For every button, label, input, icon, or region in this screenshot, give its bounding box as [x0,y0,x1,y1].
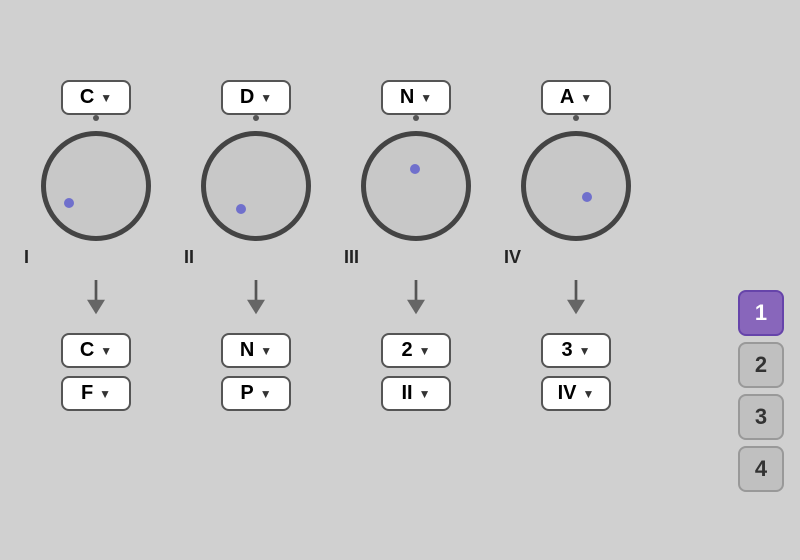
side-button-3[interactable]: 3 [738,394,784,440]
dest2-label-IV: IV [558,382,577,405]
modulator-column-III: N▼III 2▼II▼ [336,80,496,419]
modulator-area: C▼I C▼F▼D▼II N▼P▼N▼III 2▼II▼A▼IV 3▼IV▼ [16,80,656,419]
dest1-label-I: C [80,339,94,362]
dest1-dropdown-I[interactable]: C▼ [61,333,131,368]
side-buttons: 1 2 3 4 [738,290,784,492]
knob-indicator-IV [582,192,592,202]
dest2-dropdown-I[interactable]: F▼ [61,376,131,411]
dest2-dropdown-II[interactable]: P▼ [221,376,291,411]
modulator-label-II: II [176,247,194,268]
dest2-arrow-III: ▼ [419,387,431,401]
arrow-down-svg-III [401,280,431,316]
knob-III[interactable] [361,131,471,241]
modulator-label-III: III [336,247,359,268]
arrow-down-II [241,280,271,321]
dest1-label-II: N [240,339,254,362]
knob-circle-I [41,131,151,241]
source-label-IV: A [560,86,574,109]
source-dropdown-IV[interactable]: A▼ [541,80,611,115]
source-dropdown-I[interactable]: C▼ [61,80,131,115]
knob-indicator-I [64,198,74,208]
side-button-2[interactable]: 2 [738,342,784,388]
knob-circle-III [361,131,471,241]
modulator-label-IV: IV [496,247,521,268]
dest1-dropdown-II[interactable]: N▼ [221,333,291,368]
knob-top-dot-IV [573,115,579,121]
knob-circle-IV [521,131,631,241]
dest1-arrow-III: ▼ [419,344,431,358]
dest1-label-IV: 3 [561,339,572,362]
arrow-down-svg-IV [561,280,591,316]
source-dropdown-II[interactable]: D▼ [221,80,291,115]
source-arrow-I: ▼ [100,91,112,105]
dest2-dropdown-III[interactable]: II ▼ [381,376,451,411]
dest2-arrow-II: ▼ [260,387,272,401]
source-dropdown-III[interactable]: N▼ [381,80,451,115]
knob-circle-II [201,131,311,241]
knob-IV[interactable] [521,131,631,241]
modulator-column-II: D▼II N▼P▼ [176,80,336,419]
arrow-down-svg-I [81,280,111,316]
source-label-I: C [80,86,94,109]
modulator-label-I: I [16,247,29,268]
source-label-III: N [400,86,414,109]
source-arrow-III: ▼ [420,91,432,105]
dest2-arrow-IV: ▼ [583,387,595,401]
source-label-II: D [240,86,254,109]
knob-top-dot-III [413,115,419,121]
source-arrow-II: ▼ [260,91,272,105]
knob-indicator-II [236,204,246,214]
source-arrow-IV: ▼ [580,91,592,105]
knob-indicator-III [410,164,420,174]
side-button-1[interactable]: 1 [738,290,784,336]
dest2-dropdown-IV[interactable]: IV ▼ [541,376,611,411]
knob-I[interactable] [41,131,151,241]
dest1-label-III: 2 [401,339,412,362]
arrow-down-IV [561,280,591,321]
arrow-down-svg-II [241,280,271,316]
dest1-arrow-IV: ▼ [579,344,591,358]
side-button-4[interactable]: 4 [738,446,784,492]
dest1-arrow-II: ▼ [260,344,272,358]
dest1-dropdown-IV[interactable]: 3▼ [541,333,611,368]
dest1-arrow-I: ▼ [100,344,112,358]
arrow-down-III [401,280,431,321]
dest2-arrow-I: ▼ [99,387,111,401]
dest2-label-II: P [240,382,253,405]
knob-II[interactable] [201,131,311,241]
modulator-column-I: C▼I C▼F▼ [16,80,176,419]
dest2-label-I: F [81,382,93,405]
dest2-label-III: II [401,382,412,405]
knob-top-dot-I [93,115,99,121]
dest1-dropdown-III[interactable]: 2▼ [381,333,451,368]
knob-top-dot-II [253,115,259,121]
modulator-column-IV: A▼IV 3▼IV▼ [496,80,656,419]
arrow-down-I [81,280,111,321]
